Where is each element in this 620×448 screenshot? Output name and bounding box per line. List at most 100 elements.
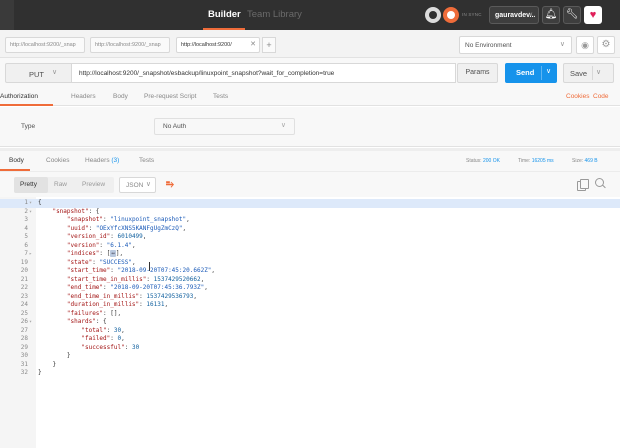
format-value: JSON [126,182,144,189]
code-text: "shards": { [66,318,107,325]
save-button[interactable]: Save ∨ [563,63,614,83]
copy-icon[interactable] [577,179,589,191]
line-number: 31 [20,360,28,368]
chevron-down-icon: ∨ [145,181,151,188]
method-select[interactable]: PUT ∨ [5,63,72,83]
code-text: "end_time_in_millis": 1537429536793, [66,292,197,300]
view-raw[interactable]: Raw [54,181,67,188]
code-text: "successful": 30 [81,343,140,351]
app-topbar: Builder Team Library IN SYNC gauravdev..… [0,0,620,30]
collapse-icon[interactable]: ▾ [29,199,32,208]
line-number: 2 [24,207,28,215]
url-input[interactable]: http://localhost:9200/_snapshot/esbackup… [72,63,456,83]
tab-headers[interactable]: Headers [71,93,96,100]
code-text: "failures": [], [66,309,122,317]
tab-response-tests[interactable]: Tests [139,157,154,164]
code-text: "indices": [↔], [66,250,124,257]
send-label: Send [516,68,535,77]
code-text: "end_time": "2018-09-20T07:45:36.793Z", [66,284,208,291]
request-tab[interactable]: http://localhost:9200/_snap [90,37,170,53]
auth-type-value: No Auth [163,123,187,130]
environment-select[interactable]: No Environment ∨ [459,36,572,54]
size-value: 469 B [584,158,598,164]
line-number: 20 [20,267,28,274]
request-tab-label: http://localhost:9200/ [181,42,232,48]
line-number: 3 [24,216,28,223]
tab-team-library[interactable]: Team Library [247,9,302,20]
code-line: 23 "end_time_in_millis": 1537429536793, [0,293,620,302]
size-label: Size: [572,158,584,164]
line-number: 19 [20,258,28,266]
auth-type-select[interactable]: No Auth ∨ [154,118,295,135]
code-text: "version_id": 6010499, [66,233,147,240]
collapse-icon[interactable]: ▾ [29,318,32,327]
heart-icon[interactable]: ♥ [584,6,602,24]
time-value: 16205 ms [531,158,554,164]
tab-response-cookies[interactable]: Cookies [46,157,69,164]
request-tabs-bar: http://localhost:9200/_snap http://local… [0,30,620,58]
method-value: PUT [29,70,44,79]
status-label: Status: [466,158,482,164]
line-number: 21 [20,275,28,283]
sync-status: IN SYNC [462,12,482,17]
code-text: "version": "6.1.4", [66,241,136,249]
line-number: 32 [20,369,28,376]
chevron-down-icon[interactable]: ∨ [546,67,551,75]
add-tab-button[interactable]: + [262,37,276,53]
chevron-down-icon: ∨ [52,69,58,76]
code-link[interactable]: Code [593,93,609,100]
tab-tests[interactable]: Tests [213,93,228,100]
response-toolbar: Pretty Raw Preview JSON ∨ ⥱ [0,171,620,197]
tab-body[interactable]: Body [113,93,128,100]
divider [541,66,542,80]
view-pretty[interactable]: Pretty [20,181,37,188]
tab-pre-request-script[interactable]: Pre-request Script [144,93,196,100]
active-subtab-indicator [0,104,53,106]
code-line: 32} [0,369,620,378]
wrench-icon[interactable]: 🔧︎ [563,6,581,24]
expand-icon[interactable]: ▸ [29,250,32,259]
wrap-lines-icon[interactable]: ⥱ [162,177,178,193]
line-number: 28 [20,335,28,342]
divider [592,66,593,80]
format-select[interactable]: JSON ∨ [119,177,156,193]
params-button[interactable]: Params [457,63,498,83]
time-label: Time: [518,158,531,164]
tab-authorization[interactable]: Authorization [0,93,38,100]
sync-icon[interactable] [443,7,459,23]
code-line: 20 "start_time": "2018-09-20T07:45:20.66… [0,267,620,276]
authorization-panel: Type No Auth ∨ [0,107,620,147]
tab-response-headers[interactable]: Headers (3) [85,157,119,164]
code-line: 3 "snapshot": "linuxpoint_snapshot", [0,216,620,225]
code-line: 30 } [0,352,620,361]
code-line: 7 ▸ "indices": [↔], [0,250,620,259]
request-tab-label: http://localhost:9200/_snap [10,42,76,48]
collapse-icon[interactable]: ▾ [29,208,32,217]
response-body-viewer[interactable]: 1 ▾{2 ▾ "snapshot": {3 "snapshot": "linuxp… [0,197,620,448]
code-line: 25 "failures": [], [0,310,620,319]
save-label: Save [570,69,588,78]
code-text: } [38,352,71,359]
gear-icon[interactable]: ⚙ [597,36,615,54]
tab-response-body[interactable]: Body [9,157,24,164]
line-number: 22 [20,284,28,291]
code-text: "start_time": "2018-09-20T07:45:20.662Z"… [66,267,216,274]
bell-icon[interactable]: 🔔︎ [542,6,560,24]
request-tab[interactable]: http://localhost:9200/_snap [5,37,85,53]
user-menu-button[interactable]: gauravdev... ∨ [489,6,539,24]
request-tab-active[interactable]: http://localhost:9200/ ✕ [176,37,260,53]
satellite-icon[interactable] [425,7,441,23]
request-tab-label: http://localhost:9200/_snap [95,42,161,48]
tab-builder[interactable]: Builder [208,9,241,20]
cookies-link[interactable]: Cookies [566,93,589,100]
line-number: 30 [20,352,28,359]
search-icon[interactable] [595,178,607,190]
code-text: "state": "SUCCESS", [66,258,136,266]
chevron-down-icon[interactable]: ∨ [596,68,601,76]
send-button[interactable]: Send ∨ [505,63,557,83]
close-icon[interactable]: ✕ [247,40,256,48]
eye-icon[interactable]: ◉ [576,36,594,54]
code-text: "total": 30, [81,326,125,334]
code-line: 21 "start_time_in_millis": 1537429520662… [0,276,620,285]
view-preview[interactable]: Preview [82,181,105,188]
